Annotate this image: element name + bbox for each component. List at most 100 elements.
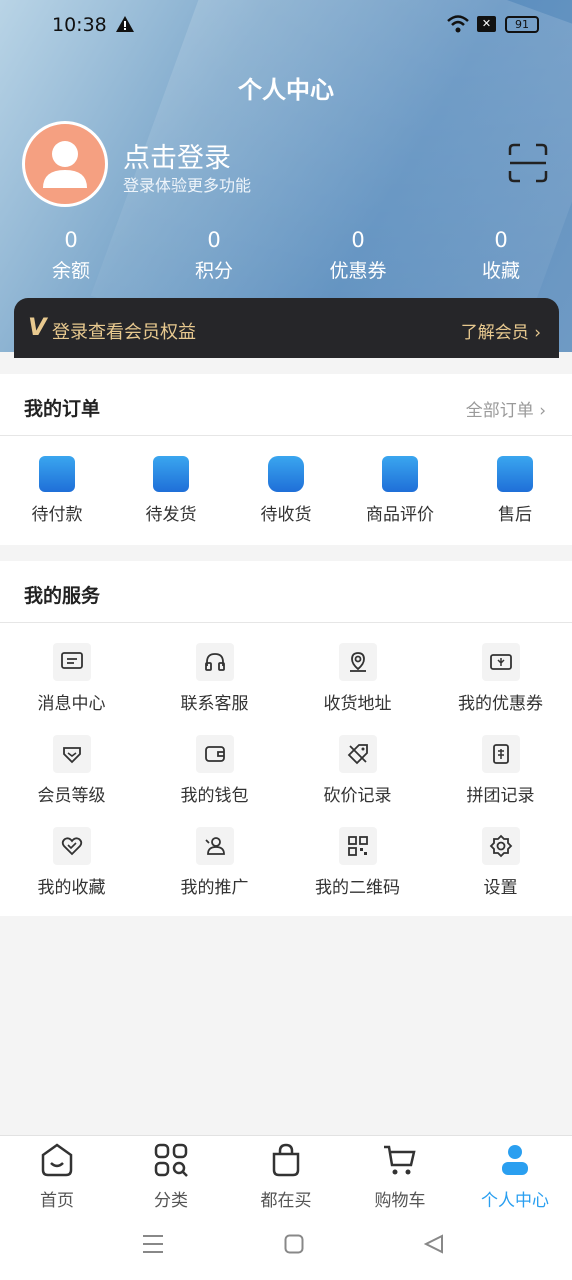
return-icon (497, 456, 533, 492)
avatar[interactable] (22, 121, 108, 207)
service-label: 会员等级 (37, 786, 106, 806)
tab-home[interactable]: 首页 (0, 1142, 114, 1211)
services-card: 我的服务 消息中心 联系客服 收货地址 我的优惠券 会员等级 我的钱包 砍价记录… (0, 561, 572, 916)
page-title: 个人中心 (238, 76, 334, 104)
orders-card: 我的订单 全部订单 › 待付款 待发货 待收货 商品评价 售后 (0, 374, 572, 545)
heart-comment-icon (382, 456, 418, 492)
tab-cart[interactable]: 购物车 (343, 1142, 457, 1211)
stat-balance[interactable]: 0 余额 (21, 228, 121, 283)
scan-icon[interactable] (508, 143, 548, 183)
qrcode-icon (347, 836, 368, 856)
tag-slash-icon (347, 744, 368, 765)
stat-label: 收藏 (481, 260, 520, 282)
all-orders-link[interactable]: 全部订单 › (466, 396, 546, 421)
stat-favorites[interactable]: 0 收藏 (451, 228, 551, 283)
order-item-label: 待收货 (260, 505, 312, 525)
service-message-center[interactable]: 消息中心 (0, 643, 143, 714)
orders-title: 我的订单 (24, 398, 101, 420)
battery-icon: 91 (505, 16, 539, 33)
service-settings[interactable]: 设置 (429, 827, 572, 898)
stat-points[interactable]: 0 积分 (164, 228, 264, 283)
service-label: 联系客服 (180, 694, 249, 714)
stat-value: 0 (207, 228, 221, 252)
service-member-level[interactable]: 会员等级 (0, 735, 143, 806)
order-pending-receipt[interactable]: 待收货 (229, 456, 343, 525)
login-title[interactable]: 点击登录 (123, 136, 231, 175)
service-favorites[interactable]: 我的收藏 (0, 827, 143, 898)
stat-coupons[interactable]: 0 优惠券 (308, 228, 408, 283)
vip-more-link[interactable]: 了解会员 › (461, 318, 541, 343)
user-silhouette-icon (43, 141, 87, 188)
service-wallet[interactable]: 我的钱包 (143, 735, 286, 806)
orders-header: 我的订单 全部订单 › (0, 374, 572, 436)
service-address[interactable]: 收货地址 (286, 643, 429, 714)
chevron-right-icon: › (534, 323, 541, 343)
login-subtitle: 登录体验更多功能 (123, 176, 252, 195)
box-icon (153, 456, 189, 492)
services-grid: 消息中心 联系客服 收货地址 我的优惠券 会员等级 我的钱包 砍价记录 拼团记录… (0, 623, 572, 916)
stat-label: 积分 (194, 260, 233, 282)
tab-label: 个人中心 (481, 1191, 549, 1211)
menu-icon[interactable] (142, 1234, 164, 1254)
vip-banner[interactable]: V 登录查看会员权益 了解会员 › (14, 298, 559, 358)
vip-badge-icon: V (28, 313, 47, 341)
user-icon (502, 1145, 528, 1175)
service-label: 设置 (483, 878, 518, 898)
wifi-icon (447, 15, 469, 33)
stat-label: 优惠券 (329, 260, 387, 282)
bottom-tab-bar: 首页 分类 都在买 购物车 个人中心 (0, 1135, 572, 1211)
location-pin-icon (349, 652, 366, 672)
order-pending-payment[interactable]: 待付款 (0, 456, 114, 525)
group-buy-icon (492, 744, 509, 764)
status-bar: 10:38 ✕ 91 (0, 0, 572, 52)
user-share-icon (204, 837, 225, 855)
tab-label: 购物车 (374, 1191, 426, 1211)
home-square-icon[interactable] (284, 1234, 304, 1254)
service-promotion[interactable]: 我的推广 (143, 827, 286, 898)
sim-off-icon: ✕ (477, 16, 496, 32)
tab-label: 首页 (40, 1191, 74, 1211)
headset-icon (204, 653, 225, 671)
cart-icon (384, 1145, 416, 1175)
account-stats: 0 余额 0 积分 0 优惠券 0 收藏 (0, 228, 572, 284)
wallet-icon (39, 456, 75, 492)
vip-more-label: 了解会员 (460, 323, 529, 343)
tab-profile[interactable]: 个人中心 (458, 1142, 572, 1211)
wallet-icon (204, 746, 225, 762)
system-navigation-bar (0, 1210, 572, 1280)
gear-icon (489, 834, 512, 858)
order-status-row: 待付款 待发货 待收货 商品评价 售后 (0, 436, 572, 544)
diamond-icon (62, 747, 81, 764)
service-label: 砍价记录 (323, 786, 392, 806)
tab-category[interactable]: 分类 (114, 1142, 228, 1211)
service-group-buy-records[interactable]: 拼团记录 (429, 735, 572, 806)
tab-label: 都在买 (260, 1191, 312, 1211)
service-customer-support[interactable]: 联系客服 (143, 643, 286, 714)
service-my-coupons[interactable]: 我的优惠券 (429, 643, 572, 714)
service-label: 拼团记录 (466, 786, 535, 806)
status-time: 10:38 (52, 14, 107, 36)
home-icon (41, 1143, 73, 1177)
shopping-bag-icon (272, 1143, 300, 1177)
warning-icon (116, 16, 134, 32)
stat-label: 余额 (51, 260, 90, 282)
service-qrcode[interactable]: 我的二维码 (286, 827, 429, 898)
stat-value: 0 (494, 228, 508, 252)
service-label: 收货地址 (323, 694, 392, 714)
order-review[interactable]: 商品评价 (343, 456, 457, 525)
service-bargain-records[interactable]: 砍价记录 (286, 735, 429, 806)
truck-icon (268, 456, 304, 492)
order-item-label: 售后 (498, 505, 532, 525)
heart-check-icon (61, 837, 82, 856)
tab-trending[interactable]: 都在买 (229, 1142, 343, 1211)
message-icon (60, 652, 83, 669)
order-item-label: 待付款 (31, 505, 83, 525)
order-after-sales[interactable]: 售后 (458, 456, 572, 525)
back-icon[interactable] (424, 1234, 444, 1254)
order-item-label: 商品评价 (366, 505, 434, 525)
order-pending-shipment[interactable]: 待发货 (114, 456, 228, 525)
tab-label: 分类 (154, 1191, 188, 1211)
stat-value: 0 (64, 228, 78, 252)
stat-value: 0 (351, 228, 365, 252)
service-label: 我的优惠券 (458, 694, 543, 714)
